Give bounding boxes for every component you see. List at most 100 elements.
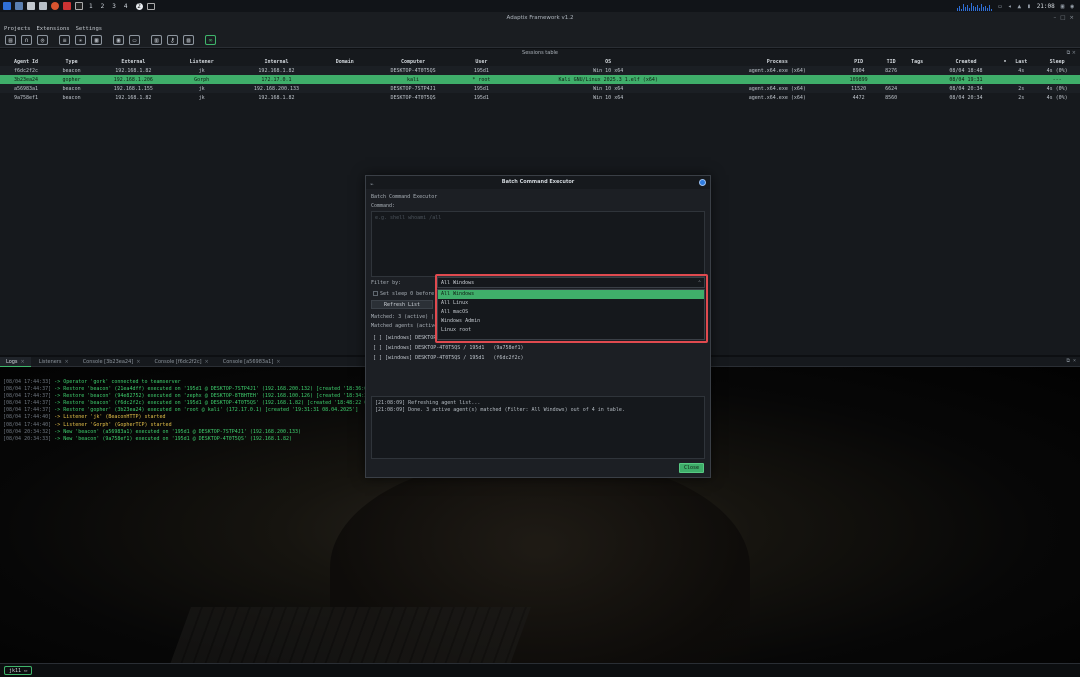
agent-item[interactable]: [ ] [windows] DESKTOP-4T0T5QS / 195d1 (f… bbox=[373, 355, 524, 361]
browser-icon[interactable] bbox=[51, 2, 59, 10]
table-cell: 9a758ef1 bbox=[13, 94, 39, 101]
menu-extensions[interactable]: Extensions bbox=[37, 26, 70, 32]
power-icon[interactable]: ◉ bbox=[1070, 3, 1074, 10]
table-cell: 192.168.1.82 bbox=[91, 66, 176, 75]
chevron-down-icon[interactable]: ⌃ bbox=[698, 278, 701, 288]
refresh-list-button[interactable]: Refresh List bbox=[371, 300, 433, 309]
workspace-4[interactable]: 4 bbox=[124, 3, 128, 10]
column-header[interactable]: Type bbox=[52, 57, 91, 66]
column-header[interactable]: PID bbox=[839, 57, 878, 66]
column-header[interactable]: Process bbox=[716, 57, 840, 66]
tab-close-icon[interactable]: × bbox=[205, 359, 209, 365]
link-icon[interactable]: ∞ bbox=[205, 35, 216, 45]
column-header[interactable]: TID bbox=[878, 57, 904, 66]
list-icon[interactable]: ≡ bbox=[59, 35, 70, 45]
output-line: [21:08:09] Refreshing agent list... bbox=[375, 400, 481, 406]
terminal-icon[interactable] bbox=[75, 2, 83, 10]
tab-close-icon[interactable]: × bbox=[21, 359, 25, 365]
tool-icon[interactable] bbox=[63, 2, 71, 10]
agent-item[interactable]: [ ] [windows] DESKTOP- bbox=[373, 335, 439, 341]
dialog-close-icon[interactable] bbox=[699, 179, 706, 186]
dropdown-option[interactable]: All macOS bbox=[438, 308, 704, 317]
table-row[interactable]: 9a758ef1 beacon 192.168.1.82 jk 192.168.1.82… bbox=[0, 93, 1080, 102]
tab-close-icon[interactable]: × bbox=[276, 359, 280, 365]
menu-projects[interactable]: Projects bbox=[4, 26, 31, 32]
sleep-checkbox[interactable] bbox=[373, 291, 378, 296]
text-editor-icon[interactable] bbox=[39, 2, 47, 10]
plugin-icon[interactable]: ◎ bbox=[37, 35, 48, 45]
filter-select[interactable]: All Windows ⌃ bbox=[437, 277, 705, 288]
column-header[interactable]: Sleep bbox=[1034, 57, 1080, 66]
toolbar: ▤ ∩ ◎ ≡ ✳ ▦ ▣ ▭ ▥ ⚷ ▨ ∞ bbox=[0, 33, 1080, 48]
column-header[interactable]: OS bbox=[501, 57, 716, 66]
dropdown-option[interactable]: Linux root bbox=[438, 326, 704, 335]
log-timestamp: [08/04 17:44:37] bbox=[3, 393, 52, 400]
table-cell: f6dc2f2c bbox=[0, 66, 53, 75]
dialog-title: Batch Command Executor bbox=[501, 179, 575, 185]
log-line: [08/04 17:44:37] -> Restore 'gopher' (3b… bbox=[3, 407, 367, 414]
new-icon[interactable]: ▤ bbox=[5, 35, 16, 45]
volume-icon[interactable]: ◂ bbox=[1008, 3, 1012, 10]
close-icon[interactable]: × bbox=[1069, 12, 1074, 24]
workspace-2[interactable]: 2 bbox=[101, 3, 105, 10]
user-chip[interactable]: jk11 ▭ bbox=[4, 666, 33, 675]
table-cell: 192.168.1.155 bbox=[91, 84, 176, 93]
terminal-icon[interactable]: ▣ bbox=[113, 35, 124, 45]
tasks-icon[interactable]: ▥ bbox=[151, 35, 162, 45]
dropdown-option[interactable]: All Linux bbox=[438, 299, 704, 308]
column-header[interactable]: Listener bbox=[176, 57, 228, 66]
maximize-icon[interactable]: □ bbox=[1060, 12, 1065, 24]
dock-tab[interactable]: Listeners × bbox=[33, 357, 75, 367]
headphones-icon[interactable]: ∩ bbox=[21, 35, 32, 45]
sessions-icon[interactable]: ▦ bbox=[91, 35, 102, 45]
close-button[interactable]: Close bbox=[679, 463, 704, 473]
keyboard-image bbox=[169, 607, 531, 663]
workspace-3[interactable]: 3 bbox=[112, 3, 116, 10]
sleep-label: Set sleep 0 before bbox=[380, 291, 435, 297]
column-header[interactable]: Internal bbox=[228, 57, 326, 66]
folder-icon[interactable] bbox=[27, 2, 35, 10]
workspace-1[interactable]: 1 bbox=[89, 3, 93, 10]
files-icon[interactable] bbox=[15, 2, 23, 10]
command-placeholder: e.g. shell whoami /all bbox=[375, 215, 442, 221]
agent-item[interactable]: [ ] [windows] DESKTOP-4T0T5QS / 195d1 (9… bbox=[373, 345, 524, 351]
bell-icon[interactable]: ▲ bbox=[1017, 3, 1021, 10]
dropdown-option[interactable]: Windows Admin bbox=[438, 317, 704, 326]
panel-controls-icon[interactable]: ⧉ × bbox=[1067, 49, 1076, 57]
table-row[interactable]: 3b23ea24 gopher 192.168.1.206 Gorph 172.17.0… bbox=[0, 75, 1080, 84]
tab-close-icon[interactable]: × bbox=[64, 359, 68, 365]
clock[interactable]: 21:08 bbox=[1037, 3, 1055, 10]
window-icon[interactable]: ▭ bbox=[998, 3, 1002, 10]
tab-close-icon[interactable]: × bbox=[136, 359, 140, 365]
minimize-icon[interactable]: – bbox=[1053, 12, 1056, 24]
dock-controls-icon[interactable]: ⧉ × bbox=[1066, 358, 1076, 364]
battery-icon[interactable]: ▮ bbox=[1027, 3, 1031, 10]
menu-settings[interactable]: Settings bbox=[76, 26, 103, 32]
log-timestamp: [08/04 17:44:33] bbox=[3, 379, 52, 385]
column-header[interactable]: Tags bbox=[904, 57, 930, 66]
menu-launcher-icon[interactable] bbox=[3, 2, 11, 10]
dropdown-option[interactable]: All Windows bbox=[438, 290, 704, 299]
column-header[interactable]: Agent Id bbox=[0, 57, 52, 66]
column-header[interactable]: Last bbox=[1008, 57, 1034, 66]
column-header[interactable]: Computer bbox=[364, 57, 462, 66]
image-icon[interactable]: ▨ bbox=[183, 35, 194, 45]
column-header[interactable]: External bbox=[91, 57, 176, 66]
log-line: [08/04 17:44:33] -> Operator 'gork' conn… bbox=[3, 379, 367, 386]
lock-icon[interactable]: ▣ bbox=[1061, 3, 1065, 10]
dock-tab[interactable]: Console [f6dc2f2c] × bbox=[148, 357, 214, 367]
dock-tab[interactable]: Logs × bbox=[0, 357, 31, 367]
dock-tab[interactable]: Console [a56983a1] × bbox=[217, 357, 287, 367]
dock-tab[interactable]: Console [3b23ea24] × bbox=[77, 357, 147, 367]
screenshot-icon[interactable]: ▭ bbox=[129, 35, 140, 45]
column-header[interactable]: Created bbox=[930, 57, 1002, 66]
table-row[interactable]: f6dc2f2c beacon 192.168.1.82 jk 192.168.1.82… bbox=[0, 66, 1080, 75]
column-header[interactable]: User bbox=[462, 57, 501, 66]
app-icon[interactable] bbox=[146, 2, 155, 10]
notification-badge[interactable]: 2 bbox=[135, 2, 143, 10]
key-icon[interactable]: ⚷ bbox=[167, 35, 178, 45]
command-input[interactable]: e.g. shell whoami /all bbox=[371, 211, 705, 277]
table-row[interactable]: a56983a1 beacon 192.168.1.155 jk 192.168.200… bbox=[0, 84, 1080, 93]
graph-icon[interactable]: ✳ bbox=[75, 35, 86, 45]
column-header[interactable]: Domain bbox=[325, 57, 364, 66]
